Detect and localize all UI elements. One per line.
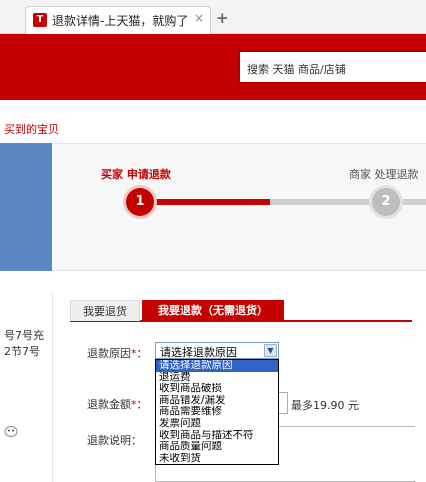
product-title-line-1: 号7号充 <box>4 329 44 342</box>
browser-tab-title: 退款详情-上天猫，就购了 <box>52 14 189 28</box>
step-2-badge: 2 <box>372 188 400 216</box>
chevron-down-icon[interactable]: ▼ <box>264 344 277 357</box>
new-tab-plus-icon[interactable]: + <box>216 9 229 27</box>
search-input[interactable]: 搜索 天猫 商品/店铺 <box>238 50 426 84</box>
wangwang-chat-icon[interactable] <box>4 425 18 437</box>
dropdown-option[interactable]: 收到商品破损 <box>156 383 278 395</box>
dropdown-option[interactable]: 商品错发/漏发 <box>156 395 278 407</box>
dropdown-option[interactable]: 请选择退款原因 <box>156 360 278 372</box>
refund-progress: 买家 申请退款 商家 处理退款 1 2 <box>52 143 426 271</box>
dropdown-option[interactable]: 退运费 <box>156 372 278 384</box>
refund-reason-label: 退款原因*： <box>87 347 148 360</box>
dropdown-option[interactable]: 未收到货 <box>156 453 278 465</box>
step-2-label: 商家 处理退款 <box>349 168 419 181</box>
refund-amount-max: 最多19.90 元 <box>291 399 359 412</box>
refund-amount-label: 退款金额*： <box>87 398 148 411</box>
refund-type-tabs: 我要退货 我要退款（无需退货） <box>70 300 412 322</box>
side-banner <box>0 143 52 271</box>
dropdown-option[interactable]: 发票问题 <box>156 418 278 430</box>
product-title-line-2: 2节7号 <box>4 345 40 358</box>
progress-track-fill <box>140 199 270 205</box>
step-1-label: 买家 申请退款 <box>101 168 171 181</box>
step-1-badge: 1 <box>126 188 154 216</box>
refund-reason-selected: 请选择退款原因 <box>160 346 237 359</box>
browser-tab[interactable]: T 退款详情-上天猫，就购了 × <box>25 6 211 34</box>
tab-return-goods[interactable]: 我要退货 <box>70 300 140 321</box>
tab-refund-only[interactable]: 我要退款（无需退货） <box>142 300 284 321</box>
dropdown-option[interactable]: 商品需要维修 <box>156 406 278 418</box>
dropdown-option[interactable]: 商品质量问题 <box>156 441 278 453</box>
tmall-favicon-icon: T <box>33 13 47 27</box>
site-header: 搜索 天猫 商品/店铺 <box>0 34 426 100</box>
column-divider <box>52 292 53 482</box>
search-placeholder: 搜索 天猫 商品/店铺 <box>247 63 346 76</box>
dropdown-option[interactable]: 收到商品与描述不符 <box>156 430 278 442</box>
refund-description-label: 退款说明： <box>87 434 142 447</box>
refund-reason-dropdown: 请选择退款原因 退运费 收到商品破损 商品错发/漏发 商品需要维修 发票问题 收… <box>155 359 279 466</box>
close-icon[interactable]: × <box>194 11 204 25</box>
refund-reason-select[interactable]: 请选择退款原因 ▼ <box>155 342 279 359</box>
browser-tab-strip: T 退款详情-上天猫，就购了 × + <box>0 0 426 34</box>
breadcrumb[interactable]: 买到的宝贝 <box>4 121 59 137</box>
